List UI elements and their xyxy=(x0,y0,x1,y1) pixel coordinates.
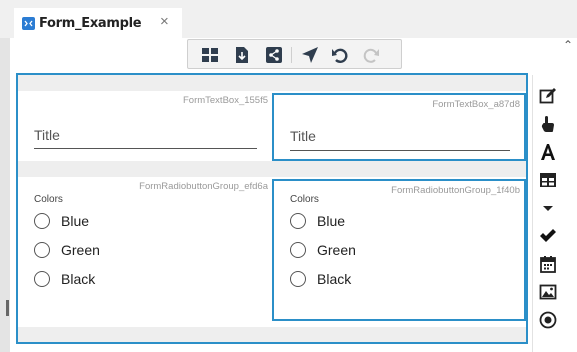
pointer-icon[interactable] xyxy=(539,115,557,133)
undo-icon[interactable] xyxy=(331,46,349,64)
redo-icon[interactable] xyxy=(362,46,380,64)
radio-icon xyxy=(290,271,306,287)
toolbar-separator xyxy=(291,47,292,63)
form-radiogroup-1[interactable]: FormRadiobuttonGroup_efd6a Colors Blue G… xyxy=(18,177,272,321)
splitter-grip[interactable] xyxy=(6,300,9,316)
radio-icon xyxy=(290,242,306,258)
radio-option-label: Green xyxy=(61,242,100,258)
image-icon[interactable] xyxy=(539,283,557,301)
row-header-2 xyxy=(18,161,526,177)
scroll-up-icon[interactable]: ⌃ xyxy=(563,38,573,52)
dropdown-icon[interactable] xyxy=(539,199,557,217)
form-file-icon xyxy=(22,17,35,30)
calendar-icon[interactable] xyxy=(539,255,557,273)
radio-icon[interactable] xyxy=(539,311,557,329)
radio-option-label: Green xyxy=(317,242,356,258)
tab-form-example[interactable]: Form_Example × xyxy=(14,8,182,38)
tab-title: Form_Example xyxy=(39,16,142,31)
textbox-label: Title xyxy=(34,127,60,143)
navigate-icon[interactable] xyxy=(301,46,319,64)
designer-toolbar xyxy=(187,39,402,69)
tab-bar: Form_Example × xyxy=(0,0,577,38)
tab-close-icon[interactable]: × xyxy=(160,13,169,30)
field-id: FormRadiobuttonGroup_efd6a xyxy=(139,181,268,192)
form-canvas[interactable]: FormTextBox_155f5 Title FormTextBox_a87d… xyxy=(16,73,528,344)
radio-icon xyxy=(290,213,306,229)
toolbox-panel xyxy=(532,75,562,352)
textbox-underline xyxy=(34,148,257,149)
radio-icon xyxy=(34,271,50,287)
row-header-1 xyxy=(18,75,526,91)
grid-icon[interactable] xyxy=(201,46,219,64)
share-icon[interactable] xyxy=(265,46,283,64)
download-icon[interactable] xyxy=(233,46,251,64)
edit-icon[interactable] xyxy=(539,87,557,105)
designer-area: ⌃ FormTextBox_155f5 Title FormTextBox_a8… xyxy=(0,38,577,352)
textbox-label: Title xyxy=(290,128,316,144)
radio-option-label: Black xyxy=(317,271,352,287)
radio-option-label: Black xyxy=(61,271,96,287)
radiogroup-label: Colors xyxy=(290,194,319,205)
textbox-underline xyxy=(290,150,510,151)
row-header-3 xyxy=(18,327,526,342)
radio-option-label: Blue xyxy=(61,213,90,229)
check-icon[interactable] xyxy=(539,227,557,245)
field-id: FormTextBox_155f5 xyxy=(182,95,268,106)
radio-option-label: Blue xyxy=(317,213,346,229)
radio-icon xyxy=(34,242,50,258)
form-textbox-1[interactable]: FormTextBox_155f5 Title xyxy=(18,91,272,161)
form-radiogroup-2[interactable]: FormRadiobuttonGroup_1f40b Colors Blue G… xyxy=(272,179,526,321)
table-icon[interactable] xyxy=(539,171,557,189)
field-id: FormRadiobuttonGroup_1f40b xyxy=(391,185,520,196)
form-textbox-2[interactable]: FormTextBox_a87d8 Title xyxy=(272,93,526,161)
radio-icon xyxy=(34,213,50,229)
radiogroup-label: Colors xyxy=(34,194,63,205)
left-splitter[interactable] xyxy=(0,38,10,352)
text-icon[interactable] xyxy=(539,143,557,161)
field-id: FormTextBox_a87d8 xyxy=(432,99,520,110)
